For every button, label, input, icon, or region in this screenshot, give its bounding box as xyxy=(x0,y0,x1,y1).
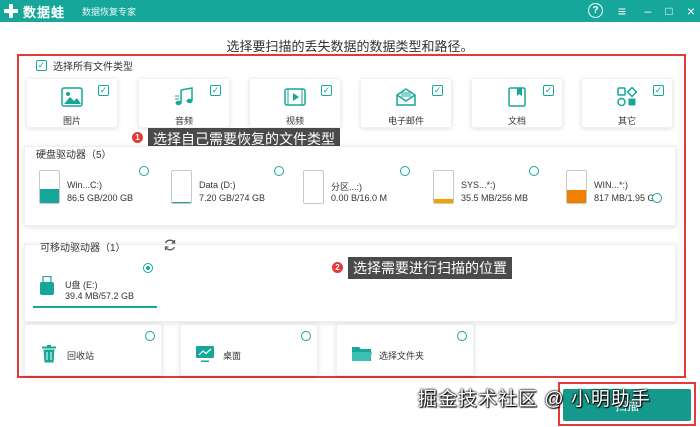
drive-size: 86.5 GB/200 GB xyxy=(67,193,134,203)
annotation-tooltip: 选择需要进行扫描的位置 xyxy=(348,257,512,279)
location-recycle-bin[interactable]: 回收站 xyxy=(24,324,162,376)
refresh-icon[interactable] xyxy=(163,238,177,252)
drive-name: Data (D:) xyxy=(199,180,236,190)
drive-item[interactable]: Data (D:) 7.20 GB/274 GB xyxy=(167,166,283,208)
location-label: 回收站 xyxy=(67,351,95,361)
drive-item[interactable]: SYS...*:) 35.5 MB/256 MB xyxy=(429,166,545,208)
drive-radio[interactable] xyxy=(400,166,410,176)
location-radio[interactable] xyxy=(145,331,155,341)
video-icon xyxy=(284,86,306,108)
file-type-audio[interactable]: ✓ 音频 xyxy=(138,78,230,128)
drive-name: Win...C:) xyxy=(67,180,102,190)
drive-radio[interactable] xyxy=(139,166,149,176)
folder-icon xyxy=(351,345,372,363)
location-label: 桌面 xyxy=(223,351,242,361)
drive-usage-bar xyxy=(567,189,586,203)
file-type-label: 其它 xyxy=(617,116,636,126)
document-icon xyxy=(506,86,528,108)
app-title: 数据蛙 xyxy=(23,4,66,20)
usb-drive-item[interactable]: U盘 (E:) 39.4 MB/57.2 GB xyxy=(33,262,157,308)
usb-icon xyxy=(39,275,55,296)
drive-usage-bar xyxy=(172,202,191,203)
page-title: 选择要扫描的丢失数据的数据类型和路径。 xyxy=(226,39,474,54)
app-logo: 数据蛙 xyxy=(3,2,65,20)
step-badge: 2 xyxy=(331,261,344,274)
drive-radio[interactable] xyxy=(529,166,539,176)
checkbox-icon[interactable]: ✓ xyxy=(36,60,47,71)
select-all-label: 选择所有文件类型 xyxy=(53,62,133,73)
file-type-label: 电子邮件 xyxy=(387,116,424,126)
drive-usage-bar xyxy=(40,189,59,203)
drive-icon xyxy=(39,170,60,204)
step-badge: 1 xyxy=(131,131,144,144)
location-radio[interactable] xyxy=(457,331,467,341)
drive-name: 分区...:) xyxy=(331,182,362,192)
checkbox-icon[interactable]: ✓ xyxy=(432,85,443,96)
drive-size: 0.00 B/16.0 M xyxy=(331,193,388,203)
usb-drive-size: 39.4 MB/57.2 GB xyxy=(65,291,135,301)
file-type-image[interactable]: ✓ 图片 xyxy=(26,78,118,128)
drive-name: WIN...*:) xyxy=(594,180,628,190)
desktop-icon xyxy=(195,345,215,363)
location-label: 选择文件夹 xyxy=(379,351,425,361)
hard-drive-title: 硬盘驱动器（5） xyxy=(36,150,112,161)
drive-size: 7.20 GB/274 GB xyxy=(199,193,266,203)
file-type-video[interactable]: ✓ 视频 xyxy=(249,78,341,128)
file-type-other[interactable]: ✓ 其它 xyxy=(581,78,673,128)
help-icon[interactable]: ? xyxy=(588,3,603,18)
checkbox-icon[interactable]: ✓ xyxy=(321,85,332,96)
recycle-bin-icon xyxy=(39,345,59,363)
menu-icon[interactable]: ≡ xyxy=(614,3,630,19)
drive-icon xyxy=(433,170,454,204)
drive-radio[interactable] xyxy=(652,193,662,203)
title-bar: 数据蛙 数据恢复专家 ? ≡ – □ × xyxy=(0,0,700,22)
select-all-checkbox[interactable]: ✓ 选择所有文件类型 xyxy=(36,58,133,73)
drive-usage-bar xyxy=(434,198,453,203)
checkbox-icon[interactable]: ✓ xyxy=(210,85,221,96)
file-type-label: 图片 xyxy=(62,116,81,126)
usb-drive-radio[interactable] xyxy=(143,263,153,273)
file-type-label: 视频 xyxy=(285,116,304,126)
checkbox-icon[interactable]: ✓ xyxy=(98,85,109,96)
usb-drive-name: U盘 (E:) xyxy=(65,280,98,290)
drive-item[interactable]: 分区...:) 0.00 B/16.0 M xyxy=(299,166,415,208)
location-radio[interactable] xyxy=(301,331,311,341)
file-type-label: 文档 xyxy=(507,116,526,126)
minimize-icon[interactable]: – xyxy=(640,3,656,19)
removable-drive-title: 可移动驱动器（1） xyxy=(40,243,126,254)
app-subtitle: 数据恢复专家 xyxy=(82,7,137,17)
location-choose-folder[interactable]: 选择文件夹 xyxy=(336,324,474,376)
email-icon xyxy=(395,86,417,108)
checkbox-icon[interactable]: ✓ xyxy=(543,85,554,96)
watermark-text: 掘金技术社区 @ 小明助手 xyxy=(418,389,651,410)
maximize-icon[interactable]: □ xyxy=(661,3,677,19)
drive-name: SYS...*:) xyxy=(461,180,496,190)
drive-radio[interactable] xyxy=(274,166,284,176)
file-type-label: 音频 xyxy=(174,116,193,126)
checkbox-icon[interactable]: ✓ xyxy=(653,85,664,96)
file-type-document[interactable]: ✓ 文档 xyxy=(471,78,563,128)
drive-item[interactable]: WIN...*:) 817 MB/1.95 GB xyxy=(562,166,678,208)
file-type-email[interactable]: ✓ 电子邮件 xyxy=(360,78,452,128)
drive-icon xyxy=(171,170,192,204)
drive-icon xyxy=(303,170,324,204)
drive-icon xyxy=(566,170,587,204)
image-icon xyxy=(61,86,83,108)
plus-logo-icon xyxy=(3,3,19,19)
location-desktop[interactable]: 桌面 xyxy=(180,324,318,376)
drive-item[interactable]: Win...C:) 86.5 GB/200 GB xyxy=(35,166,151,208)
drive-size: 35.5 MB/256 MB xyxy=(461,193,529,203)
other-icon xyxy=(616,86,638,108)
drive-size: 817 MB/1.95 GB xyxy=(594,193,661,203)
close-icon[interactable]: × xyxy=(683,3,699,19)
music-icon xyxy=(173,86,195,108)
